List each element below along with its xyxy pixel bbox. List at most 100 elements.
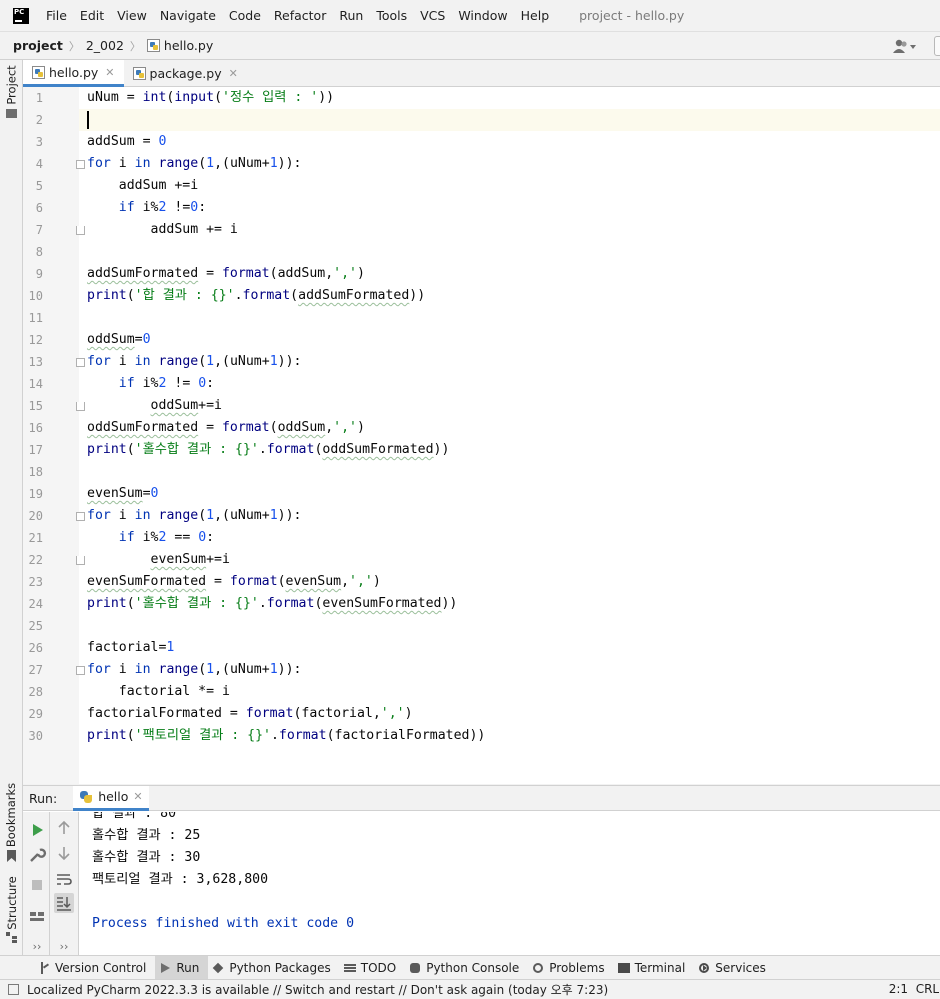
code-line[interactable]: addSum += i bbox=[87, 219, 238, 241]
rerun-icon[interactable] bbox=[27, 820, 47, 840]
tool-window-bar: Version Control Run Python Packages TODO… bbox=[0, 955, 940, 980]
code-line[interactable]: print('팩토리얼 결과 : {}'.format(factorialFor… bbox=[87, 725, 485, 747]
problems-button[interactable]: Problems bbox=[528, 956, 613, 980]
menu-refactor[interactable]: Refactor bbox=[274, 8, 326, 23]
code-line[interactable]: oddSum+=i bbox=[87, 395, 222, 417]
code-line[interactable]: factorial=1 bbox=[87, 637, 174, 659]
fold-end-marker-icon[interactable] bbox=[76, 556, 85, 565]
run-button[interactable]: Run bbox=[155, 955, 209, 980]
fold-marker-icon[interactable] bbox=[76, 358, 85, 367]
code-line[interactable]: evenSumFormated = format(evenSum,',') bbox=[87, 571, 381, 593]
close-icon[interactable]: ✕ bbox=[229, 67, 238, 80]
fold-marker-icon[interactable] bbox=[76, 512, 85, 521]
problems-icon bbox=[532, 962, 544, 974]
line-number: 26 bbox=[28, 641, 43, 655]
line-separator[interactable]: CRLF bbox=[916, 982, 940, 996]
menu-code[interactable]: Code bbox=[229, 8, 261, 23]
python-console-icon bbox=[409, 962, 421, 974]
menu-vcs[interactable]: VCS bbox=[420, 8, 445, 23]
breadcrumb-separator-icon: 〉 bbox=[129, 39, 141, 53]
fold-marker-icon[interactable] bbox=[76, 160, 85, 169]
menu-navigate[interactable]: Navigate bbox=[160, 8, 216, 23]
python-file-icon bbox=[146, 39, 160, 52]
menu-window[interactable]: Window bbox=[458, 8, 507, 23]
arrow-up-icon[interactable] bbox=[54, 818, 74, 838]
close-icon[interactable]: ✕ bbox=[105, 66, 114, 79]
code-line[interactable]: factorial *= i bbox=[87, 681, 230, 703]
menu-run[interactable]: Run bbox=[339, 8, 363, 23]
more-icon[interactable]: ›› bbox=[54, 936, 74, 956]
menu-edit[interactable]: Edit bbox=[80, 8, 104, 23]
terminal-button[interactable]: Terminal bbox=[614, 956, 695, 980]
console-output[interactable]: 합 결과 : 80 홀수합 결과 : 25 홀수합 결과 : 30 팩토리얼 결과 :… bbox=[79, 812, 940, 960]
pycharm-logo-icon: PC bbox=[13, 7, 29, 24]
caret-position[interactable]: 2:1 bbox=[889, 982, 908, 996]
scroll-to-end-icon[interactable] bbox=[54, 893, 74, 913]
code-line[interactable]: evenSum=0 bbox=[87, 483, 158, 505]
todo-button[interactable]: TODO bbox=[340, 956, 405, 980]
soft-wrap-icon[interactable] bbox=[54, 869, 74, 889]
tab-package-py[interactable]: package.py ✕ bbox=[124, 60, 247, 87]
current-line-highlight bbox=[79, 109, 940, 131]
code-line[interactable]: for i in range(1,(uNum+1)): bbox=[87, 153, 301, 175]
bookmarks-tool-tab[interactable]: Bookmarks bbox=[0, 783, 23, 847]
toolbar-overflow-button[interactable] bbox=[934, 36, 940, 56]
line-number: 10 bbox=[28, 289, 43, 303]
code-line[interactable]: factorialFormated = format(factorial,','… bbox=[87, 703, 413, 725]
code-line[interactable]: if i%2 !=0: bbox=[87, 197, 206, 219]
run-tab-hello[interactable]: hello ✕ bbox=[73, 785, 149, 811]
project-tool-tab[interactable]: Project bbox=[0, 64, 23, 106]
breadcrumb-file[interactable]: hello.py bbox=[164, 38, 213, 53]
menu-help[interactable]: Help bbox=[521, 8, 550, 23]
menu-view[interactable]: View bbox=[117, 8, 147, 23]
code-line[interactable]: oddSumFormated = format(oddSum,',') bbox=[87, 417, 365, 439]
layout-icon[interactable] bbox=[27, 907, 47, 927]
code-line[interactable]: if i%2 == 0: bbox=[87, 527, 214, 549]
line-number: 28 bbox=[28, 685, 43, 699]
tool-windows-toggle-icon[interactable] bbox=[8, 984, 19, 995]
code-line[interactable]: for i in range(1,(uNum+1)): bbox=[87, 505, 301, 527]
project-tool-label: Project bbox=[4, 65, 19, 105]
line-number: 7 bbox=[35, 223, 43, 237]
tab-hello-py[interactable]: hello.py ✕ bbox=[23, 60, 124, 87]
fold-marker-icon[interactable] bbox=[76, 666, 85, 675]
code-line[interactable]: for i in range(1,(uNum+1)): bbox=[87, 659, 301, 681]
code-line[interactable]: addSum +=i bbox=[87, 175, 198, 197]
arrow-down-icon[interactable] bbox=[54, 843, 74, 863]
services-button[interactable]: Services bbox=[694, 956, 775, 980]
python-console-button[interactable]: Python Console bbox=[405, 956, 528, 980]
tab-label: hello.py bbox=[49, 64, 99, 80]
close-icon[interactable]: ✕ bbox=[133, 790, 142, 803]
python-packages-button[interactable]: Python Packages bbox=[208, 956, 339, 980]
menu-file[interactable]: File bbox=[46, 8, 67, 23]
tool-label: Python Console bbox=[426, 960, 520, 975]
breadcrumb-folder[interactable]: 2_002 bbox=[86, 38, 124, 53]
code-line[interactable]: print('홀수합 결과 : {}'.format(evenSumFormat… bbox=[87, 593, 457, 615]
run-title: Run: bbox=[29, 790, 58, 806]
code-line[interactable]: print('홀수합 결과 : {}'.format(oddSumFormate… bbox=[87, 439, 449, 461]
tool-label: TODO bbox=[360, 960, 397, 975]
menu-bar: PC File Edit View Navigate Code Refactor… bbox=[0, 0, 940, 31]
run-tab-label: hello bbox=[98, 789, 129, 804]
fold-end-marker-icon[interactable] bbox=[76, 226, 85, 235]
code-line[interactable]: addSum = 0 bbox=[87, 131, 166, 153]
fold-end-marker-icon[interactable] bbox=[76, 402, 85, 411]
wrench-icon[interactable] bbox=[27, 845, 47, 865]
code-line[interactable]: print('합 결과 : {}'.format(addSumFormated)… bbox=[87, 285, 425, 307]
more-icon[interactable]: ›› bbox=[27, 936, 47, 956]
code-editor[interactable]: 1 2 3 4 5 6 7 8 9 10 11 12 13 14 15 16 17 18 19 20 21 22 23 24 2… bbox=[23, 87, 940, 784]
breadcrumb-project[interactable]: project bbox=[13, 38, 63, 53]
user-account-icon[interactable] bbox=[892, 38, 918, 54]
structure-tool-tab[interactable]: Structure bbox=[0, 876, 23, 930]
code-line[interactable]: if i%2 != 0: bbox=[87, 373, 214, 395]
version-control-button[interactable]: Version Control bbox=[34, 956, 155, 980]
code-line[interactable]: uNum = int(input('정수 입력 : ')) bbox=[87, 87, 334, 109]
menu-tools[interactable]: Tools bbox=[376, 8, 407, 23]
status-message[interactable]: Localized PyCharm 2022.3.3 is available … bbox=[27, 981, 608, 998]
code-line[interactable]: addSumFormated = format(addSum,',') bbox=[87, 263, 365, 285]
code-line[interactable]: oddSum=0 bbox=[87, 329, 151, 351]
stop-icon[interactable] bbox=[27, 875, 47, 895]
line-number-gutter[interactable]: 1 2 3 4 5 6 7 8 9 10 11 12 13 14 15 16 17 18 19 20 21 22 23 24 2… bbox=[23, 87, 85, 784]
code-line[interactable]: for i in range(1,(uNum+1)): bbox=[87, 351, 301, 373]
code-line[interactable]: evenSum+=i bbox=[87, 549, 230, 571]
